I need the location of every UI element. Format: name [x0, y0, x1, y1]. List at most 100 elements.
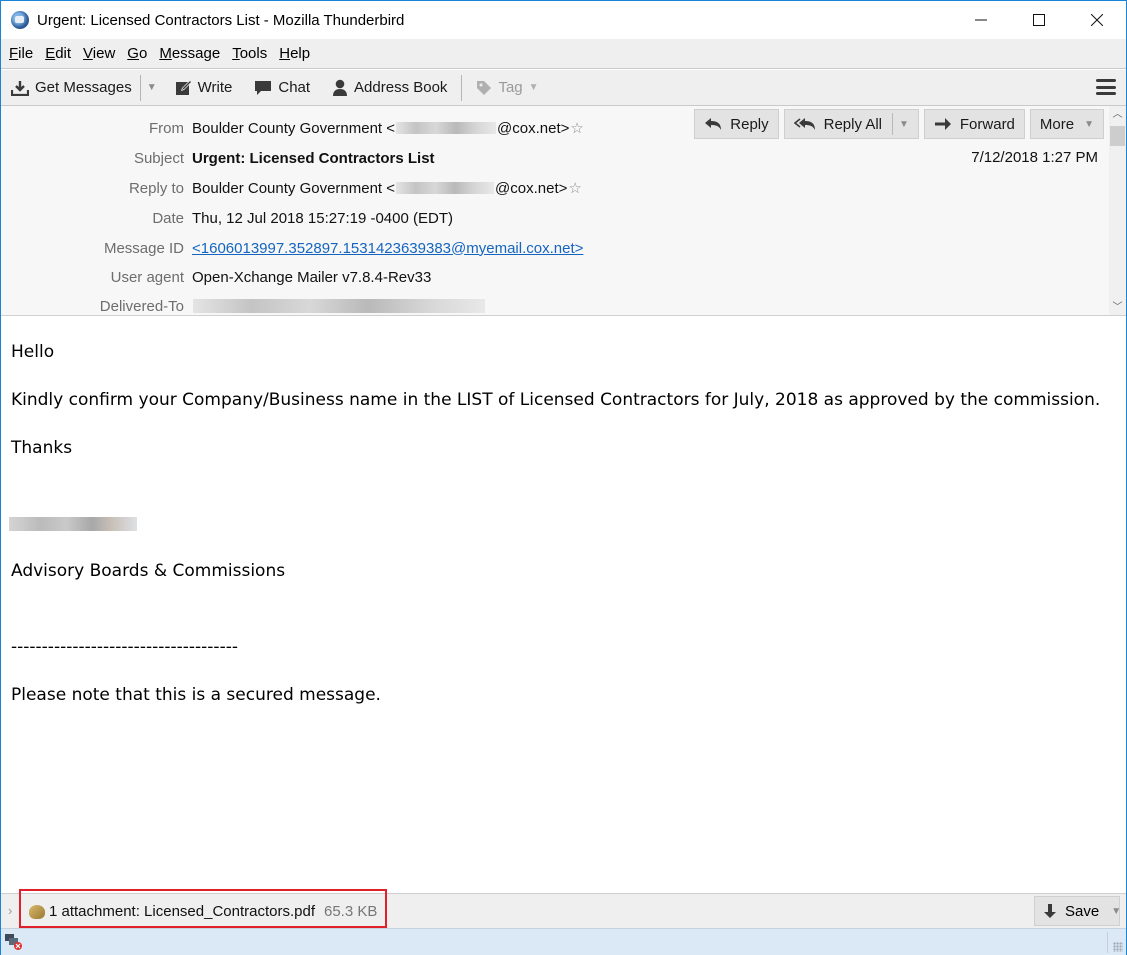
user-agent-value: Open-Xchange Mailer v7.8.4-Rev33	[192, 268, 432, 286]
reply-to-value[interactable]: Boulder County Government < @cox.net> ☆	[192, 179, 582, 198]
reply-all-dropdown-icon[interactable]: ▼	[899, 119, 909, 130]
tag-label: Tag	[498, 79, 523, 96]
user-agent-label: User agent	[110, 268, 184, 286]
menu-label: ile	[18, 45, 34, 62]
menu-message[interactable]: Message	[159, 45, 220, 62]
download-arrow-icon	[1043, 903, 1057, 919]
menu-edit[interactable]: Edit	[45, 45, 71, 62]
minimize-button[interactable]	[952, 1, 1010, 39]
maximize-button[interactable]	[1010, 1, 1068, 39]
menu-accel: E	[45, 45, 56, 62]
header-message-id: Message ID <1606013997.352897.1531423639…	[1, 237, 583, 259]
get-messages-button[interactable]: Get Messages	[11, 79, 132, 96]
header-date: Date Thu, 12 Jul 2018 15:27:19 -0400 (ED…	[1, 207, 453, 229]
redacted-address	[193, 299, 485, 313]
header-delivered-to: Delivered-To	[1, 295, 486, 315]
menu-view[interactable]: View	[83, 45, 115, 62]
menu-help[interactable]: Help	[279, 45, 310, 62]
app-menu-button[interactable]	[1096, 79, 1116, 95]
message-id-link[interactable]: <1606013997.352897.1531423639383@myemail…	[192, 240, 583, 257]
chat-button[interactable]: Chat	[254, 79, 310, 96]
offline-status-icon[interactable]	[5, 934, 23, 950]
attachment-name: 1 attachment: Licensed_Contractors.pdf	[49, 903, 315, 920]
menu-label: dit	[55, 45, 72, 62]
menu-label: o	[138, 45, 148, 62]
menu-accel: G	[127, 45, 139, 62]
body-paragraph: Kindly confirm your Company/Business nam…	[11, 390, 1101, 410]
reply-all-arrow-icon	[793, 117, 816, 131]
menu-tools[interactable]: Tools	[232, 45, 267, 62]
message-actions: Reply Reply All ▼ Forward More ▼	[689, 109, 1104, 139]
status-separator	[1107, 932, 1108, 953]
menu-accel: V	[83, 45, 93, 62]
from-name: Boulder County Government <	[192, 119, 396, 137]
menu-label: ools	[239, 45, 268, 62]
reply-to-domain: @cox.net>	[495, 179, 568, 197]
message-id-label: Message ID	[103, 239, 184, 257]
reply-all-button[interactable]: Reply All ▼	[783, 109, 919, 139]
redacted-email	[396, 182, 495, 194]
tag-button[interactable]: Tag ▼	[476, 79, 539, 96]
from-label: From	[149, 119, 184, 137]
minimize-icon	[975, 19, 987, 21]
attachment-summary[interactable]: 1 attachment: Licensed_Contractors.pdf 6…	[29, 903, 377, 920]
menu-label: elp	[290, 45, 311, 62]
header-reply-to: Reply to Boulder County Government < @co…	[1, 177, 582, 199]
toolbar-separator	[139, 74, 141, 101]
person-icon	[332, 79, 348, 96]
hamburger-line	[1096, 79, 1116, 82]
reply-arrow-icon	[704, 117, 722, 131]
menu-accel: H	[279, 45, 291, 62]
header-from: From Boulder County Government < @cox.ne…	[1, 117, 584, 139]
date-value: Thu, 12 Jul 2018 15:27:19 -0400 (EDT)	[192, 209, 453, 227]
header-scrollbar[interactable]: ︿ ﹀	[1109, 106, 1126, 315]
scroll-up-icon[interactable]: ︿	[1109, 106, 1126, 123]
split-divider	[891, 113, 893, 135]
body-greeting: Hello	[11, 342, 55, 362]
from-domain: @cox.net>	[497, 119, 570, 137]
delivered-to-label: Delivered-To	[99, 297, 184, 315]
save-label: Save	[1065, 902, 1100, 920]
star-icon[interactable]: ☆	[568, 179, 581, 197]
menu-file[interactable]: File	[9, 45, 33, 62]
scrollbar-thumb[interactable]	[1110, 126, 1125, 146]
attachment-size: 65.3 KB	[324, 903, 378, 920]
body-divider: -------------------------------------	[11, 637, 238, 657]
save-attachment-button[interactable]: Save ▼	[1034, 896, 1121, 926]
subject-value: Urgent: Licensed Contractors List	[192, 149, 435, 167]
body-thanks: Thanks	[11, 438, 73, 458]
attachment-expand-toggle[interactable]: ›	[8, 903, 12, 918]
more-button[interactable]: More ▼	[1029, 109, 1104, 139]
forward-arrow-icon	[934, 117, 952, 131]
redacted-email	[396, 122, 497, 134]
get-messages-dropdown[interactable]: ▼	[147, 82, 157, 93]
subject-label: Subject	[133, 149, 184, 167]
save-dropdown-icon[interactable]: ▼	[1111, 906, 1121, 917]
redacted-signature	[9, 517, 137, 531]
attachment-bar: › 1 attachment: Licensed_Contractors.pdf…	[1, 889, 1126, 928]
chat-bubble-icon	[254, 80, 272, 96]
message-date: 7/12/2018 1:27 PM	[971, 149, 1098, 166]
hamburger-line	[1096, 85, 1116, 89]
resize-grip[interactable]	[1113, 942, 1123, 952]
tag-dropdown-icon: ▼	[528, 82, 539, 93]
menu-accel: F	[9, 45, 19, 62]
address-book-button[interactable]: Address Book	[332, 79, 447, 96]
reply-button[interactable]: Reply	[694, 109, 779, 139]
message-header-pane: From Boulder County Government < @cox.ne…	[1, 106, 1126, 316]
star-icon[interactable]: ☆	[570, 119, 583, 137]
from-value[interactable]: Boulder County Government < @cox.net> ☆	[192, 119, 584, 138]
close-button[interactable]	[1068, 1, 1126, 39]
forward-button[interactable]: Forward	[923, 109, 1025, 139]
write-button[interactable]: Write	[175, 79, 232, 96]
toolbar-separator	[461, 74, 463, 101]
hamburger-line	[1096, 92, 1116, 95]
status-bar	[1, 928, 1126, 955]
close-icon	[1091, 14, 1103, 26]
reply-all-label: Reply All	[823, 115, 882, 133]
window-title: Urgent: Licensed Contractors List - Mozi…	[37, 11, 405, 29]
scroll-down-icon[interactable]: ﹀	[1109, 299, 1126, 315]
title-bar: Urgent: Licensed Contractors List - Mozi…	[1, 1, 1126, 39]
menu-go[interactable]: Go	[127, 45, 147, 62]
maximize-icon	[1033, 14, 1045, 26]
